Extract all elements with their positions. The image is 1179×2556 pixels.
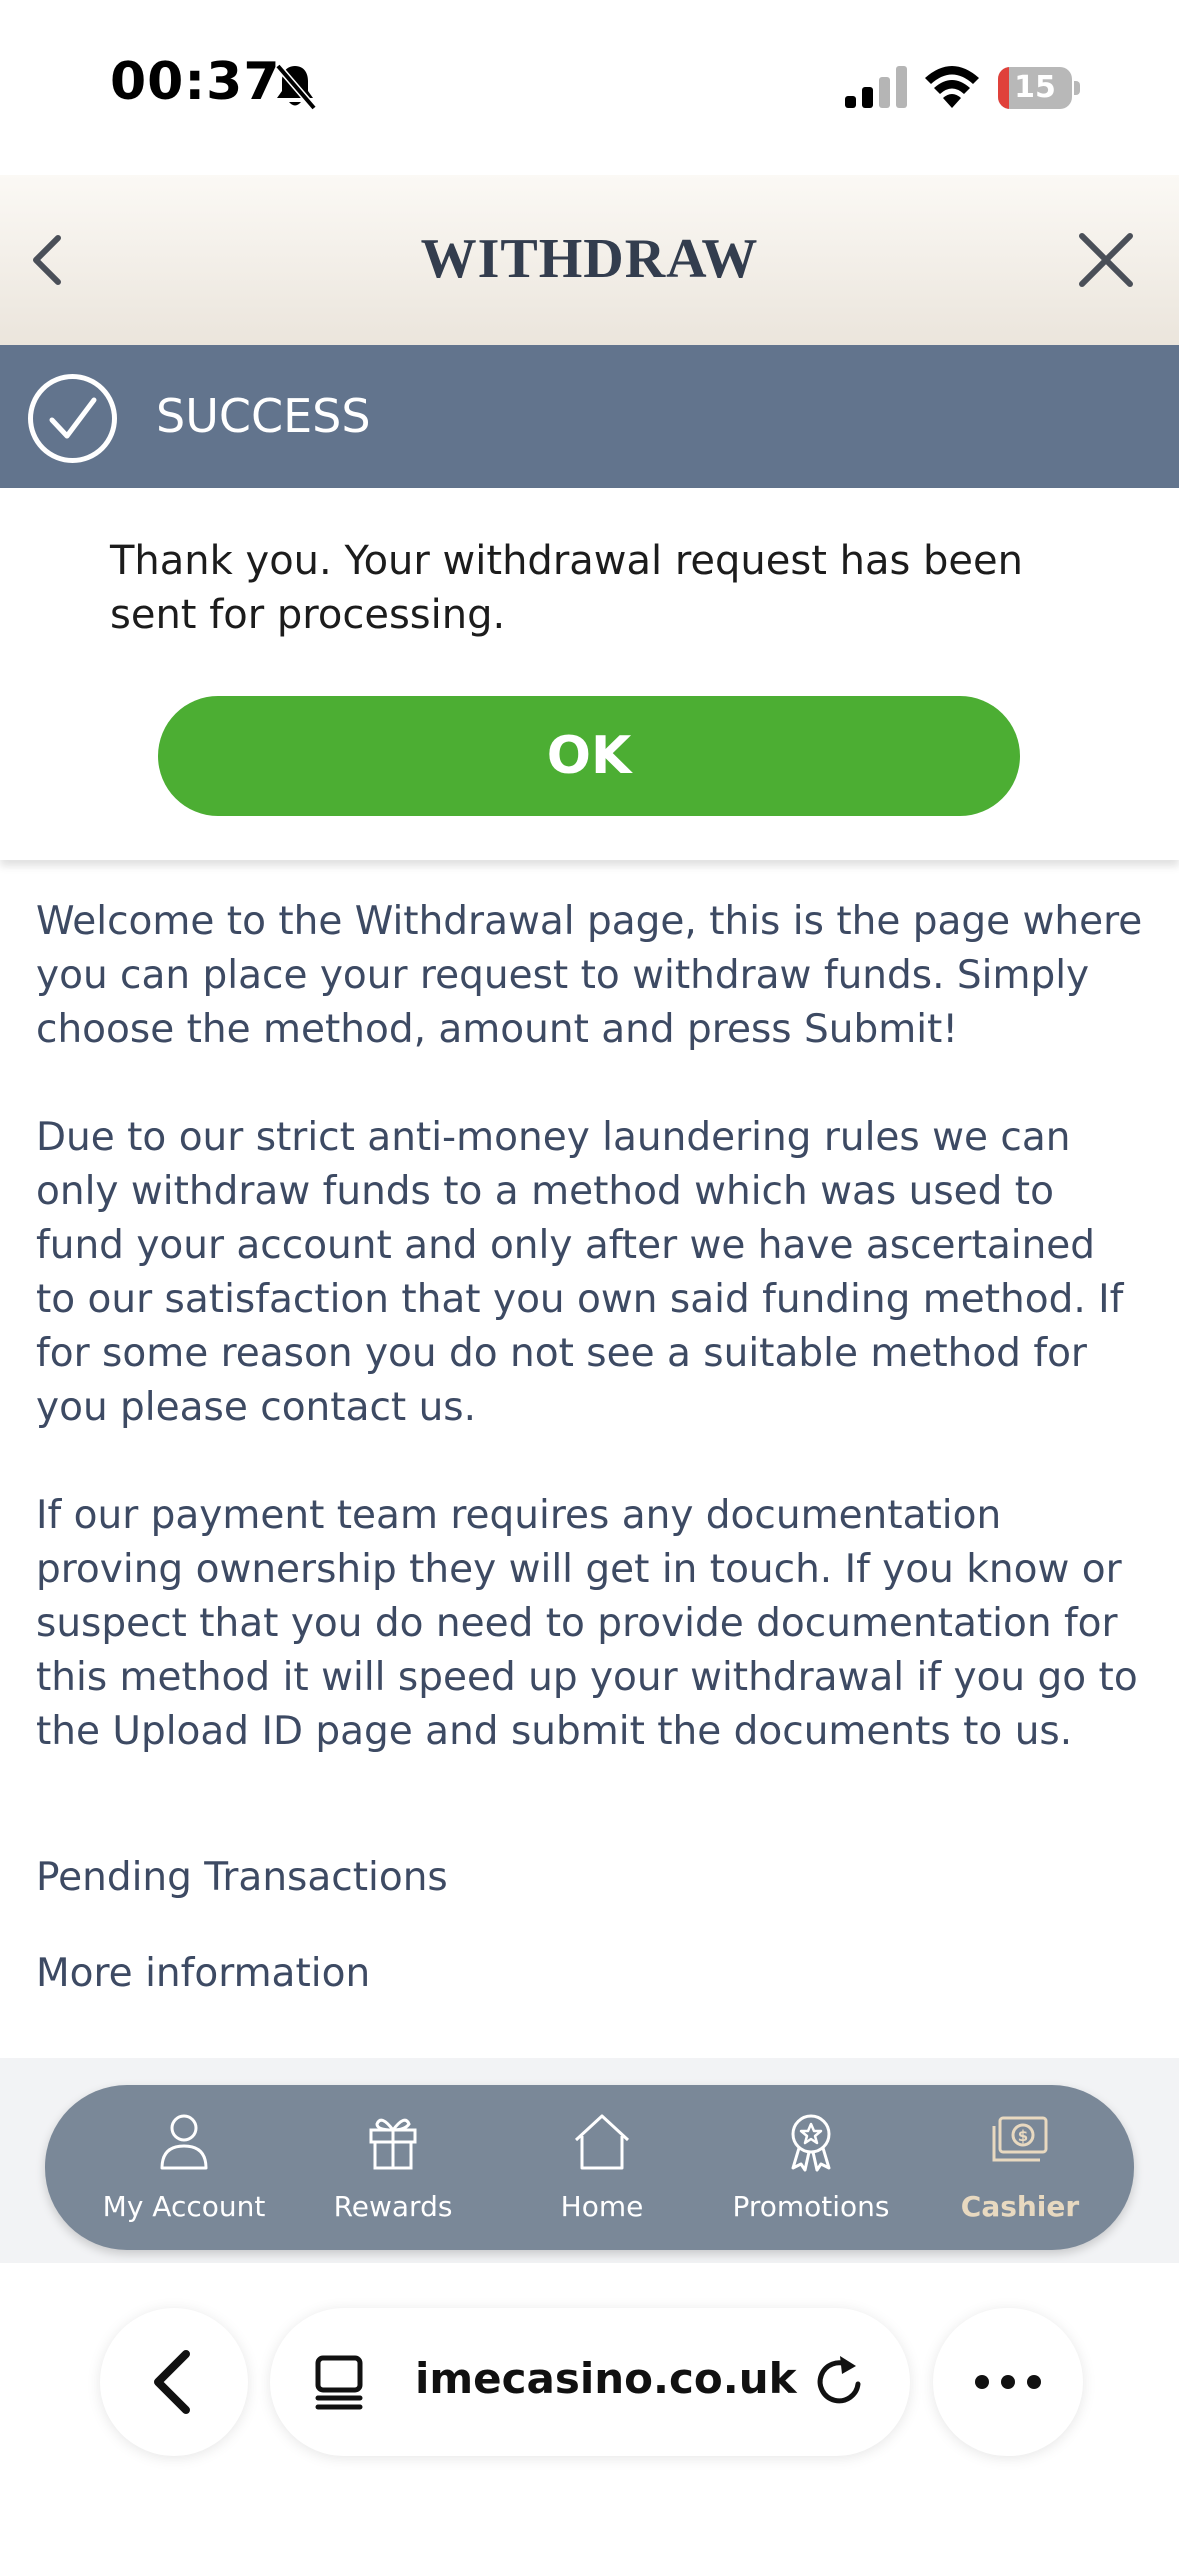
gift-icon — [369, 2118, 417, 2170]
close-icon[interactable] — [1070, 220, 1142, 300]
nav-label: Promotions — [732, 2190, 890, 2223]
bell-slash-icon — [275, 63, 317, 111]
success-dialog: Thank you. Your withdrawal request has b… — [0, 488, 1179, 860]
back-arrow-icon — [154, 2350, 190, 2414]
nav-label: Rewards — [333, 2190, 453, 2223]
ok-button[interactable]: OK — [158, 696, 1020, 816]
info-paragraph: If our payment team requires any documen… — [36, 1493, 1138, 1754]
url-text: imecasino.co.uk — [415, 2354, 797, 2403]
nav-item-home[interactable]: Home — [497, 2085, 707, 2250]
browser-back-button[interactable] — [100, 2308, 248, 2456]
info-paragraph: Welcome to the Withdrawal page, this is … — [36, 899, 1143, 1052]
nav-label: Cashier — [960, 2190, 1080, 2223]
bottom-nav: My Account Rewards Home Promotions $ Cas… — [45, 2085, 1134, 2250]
success-banner: SUCCESS — [0, 345, 1179, 488]
status-bar: 00:37 15 — [0, 0, 1179, 175]
pending-transactions-link[interactable]: Pending Transactions — [36, 1855, 448, 1900]
browser-more-button[interactable] — [933, 2308, 1083, 2456]
svg-text:$: $ — [1018, 2127, 1028, 2145]
address-bar[interactable]: imecasino.co.uk — [270, 2308, 910, 2456]
tabs-icon — [315, 2355, 363, 2410]
more-information-link[interactable]: More information — [36, 1951, 370, 1996]
battery-level: 15 — [1014, 70, 1056, 105]
nav-item-rewards[interactable]: Rewards — [288, 2085, 498, 2250]
success-message: Thank you. Your withdrawal request has b… — [110, 538, 1023, 638]
nav-label: My Account — [102, 2190, 266, 2223]
award-badge-icon — [791, 2114, 831, 2172]
cellular-signal-icon — [845, 66, 907, 108]
cash-icon: $ — [992, 2116, 1048, 2162]
home-icon — [574, 2114, 630, 2170]
nav-item-my-account[interactable]: My Account — [79, 2085, 289, 2250]
page-header: WITHDRAW — [0, 175, 1179, 345]
nav-label: Home — [560, 2190, 644, 2223]
browser-toolbar: imecasino.co.uk — [0, 2263, 1179, 2556]
check-circle-icon — [28, 374, 117, 463]
status-time: 00:37 — [110, 52, 281, 112]
wifi-icon — [925, 66, 979, 108]
more-icon — [975, 2375, 1041, 2389]
success-label: SUCCESS — [156, 389, 371, 443]
reload-icon[interactable] — [810, 2352, 870, 2412]
page-title: WITHDRAW — [420, 228, 759, 290]
withdrawal-info: Welcome to the Withdrawal page, this is … — [36, 895, 1146, 1813]
info-paragraph: Due to our strict anti-money laundering … — [36, 1115, 1124, 1430]
battery-icon: 15 — [998, 67, 1080, 109]
user-icon — [160, 2114, 208, 2170]
nav-item-promotions[interactable]: Promotions — [706, 2085, 916, 2250]
nav-item-cashier[interactable]: $ Cashier — [915, 2085, 1125, 2250]
